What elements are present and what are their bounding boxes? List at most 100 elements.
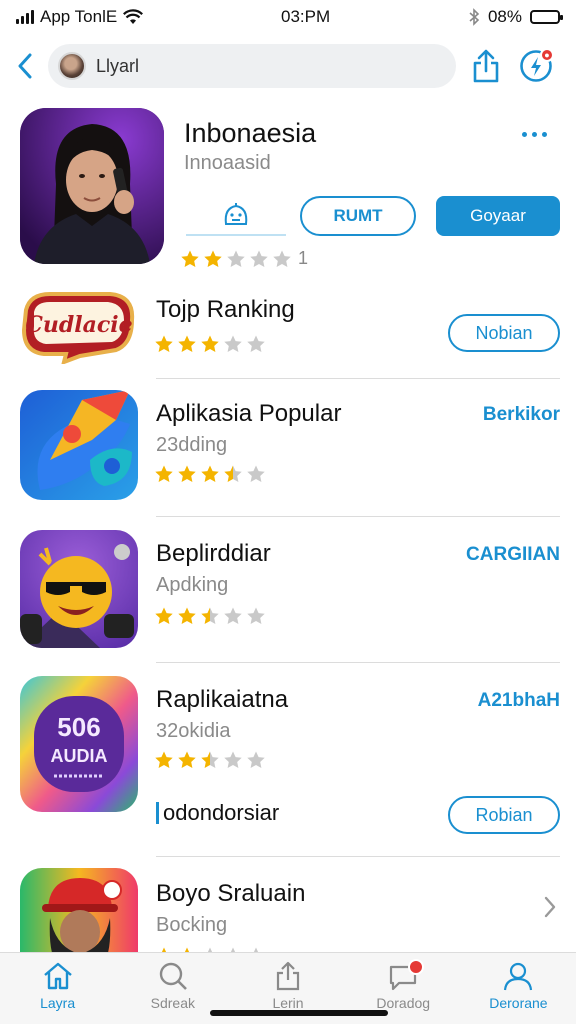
- tab-label: Derorane: [489, 995, 548, 1011]
- action-link[interactable]: A21bhaH: [478, 690, 560, 712]
- chevron-left-icon: [18, 53, 32, 79]
- bot-button[interactable]: [186, 196, 286, 236]
- star-rating: [154, 464, 266, 484]
- app-title: Aplikasia Popular: [156, 400, 342, 427]
- star-rating: [154, 606, 266, 626]
- star-icon: [178, 335, 196, 352]
- activity-button[interactable]: ●: [516, 46, 556, 86]
- action-link[interactable]: CARGIIAN: [466, 544, 560, 566]
- icon-word: AUDIA: [51, 746, 108, 766]
- wifi-icon: [123, 9, 144, 24]
- battery-icon: [530, 10, 563, 24]
- star-icon: [201, 335, 219, 352]
- more-options-button[interactable]: [516, 124, 552, 144]
- divider: [156, 856, 560, 857]
- share-icon: [473, 49, 499, 83]
- app-title: Boyo Sraluain: [156, 880, 306, 907]
- star-icon: [178, 607, 196, 624]
- cudlacie-logo: Cudlacie: [21, 292, 135, 364]
- star-rating: [180, 249, 292, 269]
- list-item[interactable]: Boyo Sraluain Bocking: [20, 868, 560, 952]
- star-rating: [154, 334, 266, 354]
- search-input[interactable]: [96, 55, 396, 77]
- share-icon: [276, 961, 300, 991]
- tab-label: Layra: [40, 995, 76, 1011]
- robot-face-icon: [224, 203, 248, 225]
- share-button[interactable]: [466, 46, 506, 86]
- star-rating: [154, 750, 266, 770]
- star-icon: [181, 250, 199, 267]
- star-icon: [201, 751, 219, 768]
- search-bar[interactable]: [48, 44, 456, 88]
- featured-title: Inbonaesia: [184, 118, 317, 148]
- person-hat-icon: [20, 868, 138, 952]
- list-item[interactable]: 506 AUDIA Raplikaiatna 32okidia A21bhaH …: [20, 676, 560, 844]
- get-button[interactable]: Goyaar: [436, 196, 560, 236]
- secondary-action-button[interactable]: RUMT: [300, 196, 416, 236]
- action-link[interactable]: Berkikor: [483, 404, 560, 426]
- audio-app-icon: 506 AUDIA: [20, 676, 138, 812]
- status-bar: App TonlE 03:PM 08%: [0, 0, 576, 34]
- divider: [156, 516, 560, 517]
- divider: [156, 662, 560, 663]
- star-icon: [247, 607, 265, 624]
- app-title: Tojp Ranking: [156, 296, 295, 323]
- tab-label: Sdreak: [150, 995, 195, 1011]
- star-icon: [250, 250, 268, 267]
- star-icon: [178, 751, 196, 768]
- app-icon: 506 AUDIA: [20, 676, 138, 812]
- avatar: [58, 52, 86, 80]
- star-icon: [273, 250, 291, 267]
- notification-badge: [407, 959, 424, 975]
- tab-profile[interactable]: Derorane: [461, 953, 576, 1024]
- extra-label: odondorsiar: [156, 800, 279, 826]
- featured-subtitle: Innoaasid: [184, 152, 271, 174]
- app-title: Raplikaiatna: [156, 686, 289, 713]
- list-item[interactable]: Beplirddiar Apdking CARGIIAN: [20, 530, 560, 650]
- home-indicator: [210, 1010, 388, 1016]
- tab-home[interactable]: Layra: [0, 953, 115, 1024]
- list-item[interactable]: Aplikasia Popular 23dding Berkikor: [20, 390, 560, 502]
- app-icon: [20, 530, 138, 648]
- app-icon: [20, 868, 138, 952]
- featured-app-image[interactable]: [20, 108, 164, 264]
- star-icon: [247, 751, 265, 768]
- star-icon: [201, 607, 219, 624]
- list-item[interactable]: Cudlacie Tojp Ranking Nobian: [20, 290, 560, 370]
- carrier-label: App TonlE: [40, 7, 118, 26]
- home-icon: [43, 962, 72, 990]
- app-subtitle: 23dding: [156, 434, 228, 456]
- notification-badge: ●: [540, 48, 554, 62]
- emoji-sunglasses-icon: [20, 530, 138, 648]
- open-button[interactable]: Robian: [448, 796, 560, 834]
- person-on-phone-illustration: [20, 108, 164, 264]
- tab-label: Doradog: [376, 995, 431, 1011]
- star-icon: [204, 250, 222, 267]
- star-icon: [155, 335, 173, 352]
- colorful-bird-icon: [20, 390, 138, 500]
- star-icon: [247, 465, 265, 482]
- logo-text: Cudlacie: [25, 312, 132, 338]
- open-button[interactable]: Nobian: [448, 314, 560, 352]
- back-button[interactable]: [12, 46, 38, 86]
- clock: 03:PM: [281, 7, 331, 26]
- star-icon: [247, 335, 265, 352]
- star-icon: [224, 751, 242, 768]
- star-icon: [227, 250, 245, 267]
- search-icon: [159, 962, 187, 990]
- star-icon: [224, 335, 242, 352]
- chevron-right-icon[interactable]: [544, 896, 556, 923]
- app-subtitle: Apdking: [156, 574, 229, 596]
- status-left: App TonlE: [16, 7, 144, 27]
- app-title: Beplirddiar: [156, 540, 271, 567]
- star-icon: [224, 607, 242, 624]
- app-icon: Cudlacie: [20, 290, 138, 364]
- app-icon: [20, 390, 138, 500]
- signal-icon: [16, 10, 34, 24]
- star-icon: [201, 465, 219, 482]
- battery-percent: 08%: [487, 7, 522, 26]
- star-icon: [224, 465, 242, 482]
- divider: [156, 378, 560, 379]
- app-subtitle: Bocking: [156, 914, 228, 936]
- tab-label: Lerin: [272, 995, 304, 1011]
